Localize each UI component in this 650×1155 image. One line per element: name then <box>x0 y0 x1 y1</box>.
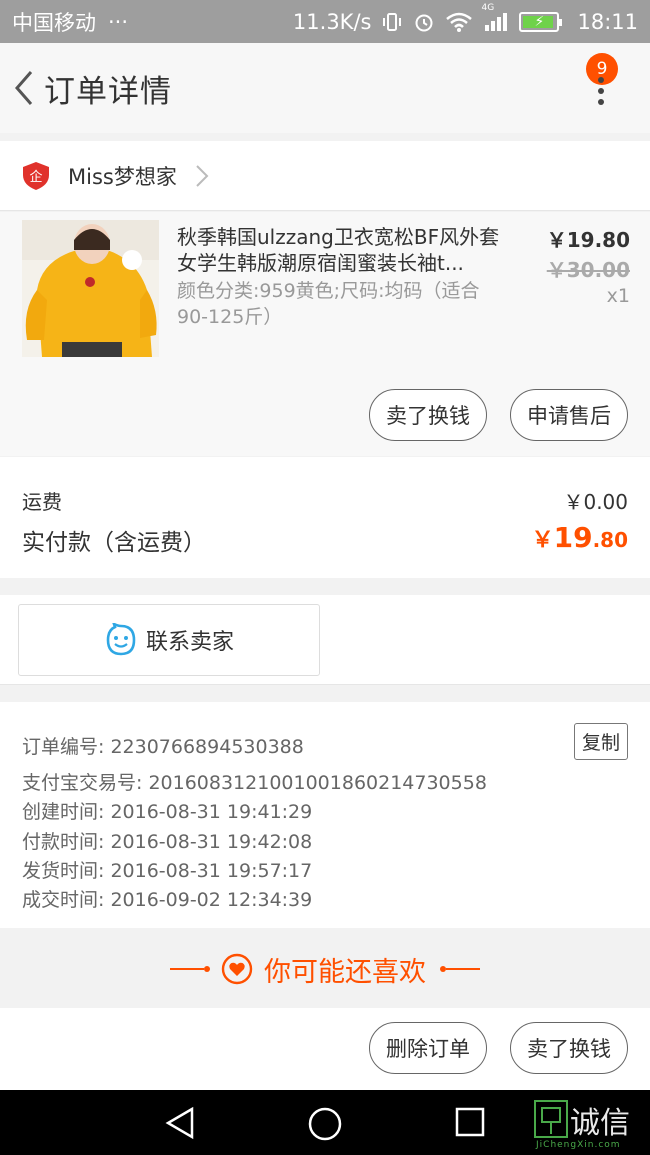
shop-name: Miss梦想家 <box>68 164 177 189</box>
more-vertical-icon <box>598 77 606 110</box>
paid-time: 付款时间: 2016-08-31 19:42:08 <box>22 831 313 853</box>
watermark-subtext: JiChengXin.com <box>536 1140 621 1150</box>
bottom-action-bar: 删除订单 卖了换钱 <box>0 1008 650 1090</box>
nav-recents-icon[interactable] <box>454 1106 486 1138</box>
carrier-label: 中国移动 <box>12 10 96 35</box>
paid-currency: ￥ <box>531 528 554 553</box>
back-button[interactable] <box>4 58 44 118</box>
wifi-icon <box>445 11 473 33</box>
status-bar: 中国移动 ··· 11.3K/s 4G ⚡ 18:11 <box>0 0 650 43</box>
alipay-transaction-number: 支付宝交易号: 2016083121001001860214730558 <box>22 772 487 794</box>
chevron-right-icon <box>196 164 209 187</box>
contact-section: 联系卖家 <box>0 595 650 685</box>
alarm-icon <box>413 11 435 33</box>
network-speed: 11.3K/s <box>292 9 372 34</box>
created-time: 创建时间: 2016-08-31 19:41:29 <box>22 801 313 823</box>
sell-for-cash-button-bottom[interactable]: 卖了换钱 <box>510 1022 628 1074</box>
shipping-label: 运费 <box>22 490 62 514</box>
divider-right <box>440 966 480 972</box>
product-sku: 颜色分类:959黄色;尺码:均码（适合90-125斤） <box>177 280 480 328</box>
contact-seller-button[interactable]: 联系卖家 <box>18 604 320 676</box>
product-title[interactable]: 秋季韩国ulzzang卫衣宽松BF风外套女学生韩版潮原宿闺蜜装长袖t... <box>177 224 512 276</box>
paid-amount: ￥19.80 <box>532 521 628 554</box>
watermark-logo-icon <box>534 1100 568 1138</box>
signal-icon: 4G <box>481 3 509 33</box>
shipped-time: 发货时间: 2016-08-31 19:57:17 <box>22 860 313 882</box>
page-title: 订单详情 <box>44 73 172 110</box>
product-original-price: ￥30.00 <box>546 258 630 282</box>
order-item[interactable]: 秋季韩国ulzzang卫衣宽松BF风外套女学生韩版潮原宿闺蜜装长袖t... 颜色… <box>0 212 650 456</box>
shop-icon-text: 企 <box>29 169 42 185</box>
completed-time: 成交时间: 2016-09-02 12:34:39 <box>22 889 313 911</box>
contact-seller-label: 联系卖家 <box>145 630 234 655</box>
product-thumbnail[interactable] <box>22 220 159 357</box>
app-header: 订单详情 9 <box>0 43 650 133</box>
more-menu-button[interactable]: 9 <box>584 53 624 117</box>
recommendations-header: 你可能还喜欢 <box>0 930 650 1008</box>
after-sale-button[interactable]: 申请售后 <box>510 389 628 441</box>
nav-home-icon[interactable] <box>307 1106 343 1142</box>
shop-row[interactable]: 企 Miss梦想家 <box>0 141 650 211</box>
network-type: 4G <box>481 2 495 13</box>
delete-order-button[interactable]: 删除订单 <box>369 1022 487 1074</box>
product-image <box>22 220 159 357</box>
divider-left <box>170 966 210 972</box>
watermark: 诚信 JiChengXin.com <box>530 1096 648 1154</box>
battery-icon: ⚡ <box>519 11 563 32</box>
copy-order-button[interactable]: 复制 <box>574 723 628 760</box>
paid-label: 实付款（含运费） <box>22 530 206 556</box>
recommendations-title: 你可能还喜欢 <box>264 956 426 988</box>
paid-integer: 19 <box>553 521 593 554</box>
order-info: 订单编号: 2230766894530388 复制 支付宝交易号: 201608… <box>0 702 650 928</box>
cost-summary: 运费 ￥0.00 实付款（含运费） ￥19.80 <box>0 457 650 578</box>
notification-dots: ··· <box>108 9 129 34</box>
chevron-left-icon <box>15 71 33 105</box>
sell-for-cash-button[interactable]: 卖了换钱 <box>369 389 487 441</box>
paid-decimal: .80 <box>592 528 628 552</box>
vibrate-icon <box>381 11 403 33</box>
wangwang-chat-icon <box>106 623 136 656</box>
nav-back-icon[interactable] <box>164 1106 196 1140</box>
product-price: ￥19.80 <box>546 228 630 252</box>
product-quantity: x1 <box>606 285 630 307</box>
watermark-text: 诚信 <box>570 1106 630 1141</box>
enterprise-shop-icon: 企 <box>23 161 49 190</box>
shipping-value: ￥0.00 <box>563 490 628 514</box>
order-number: 订单编号: 2230766894530388 <box>22 736 304 758</box>
heart-icon <box>221 953 253 985</box>
clock: 18:11 <box>577 9 638 34</box>
